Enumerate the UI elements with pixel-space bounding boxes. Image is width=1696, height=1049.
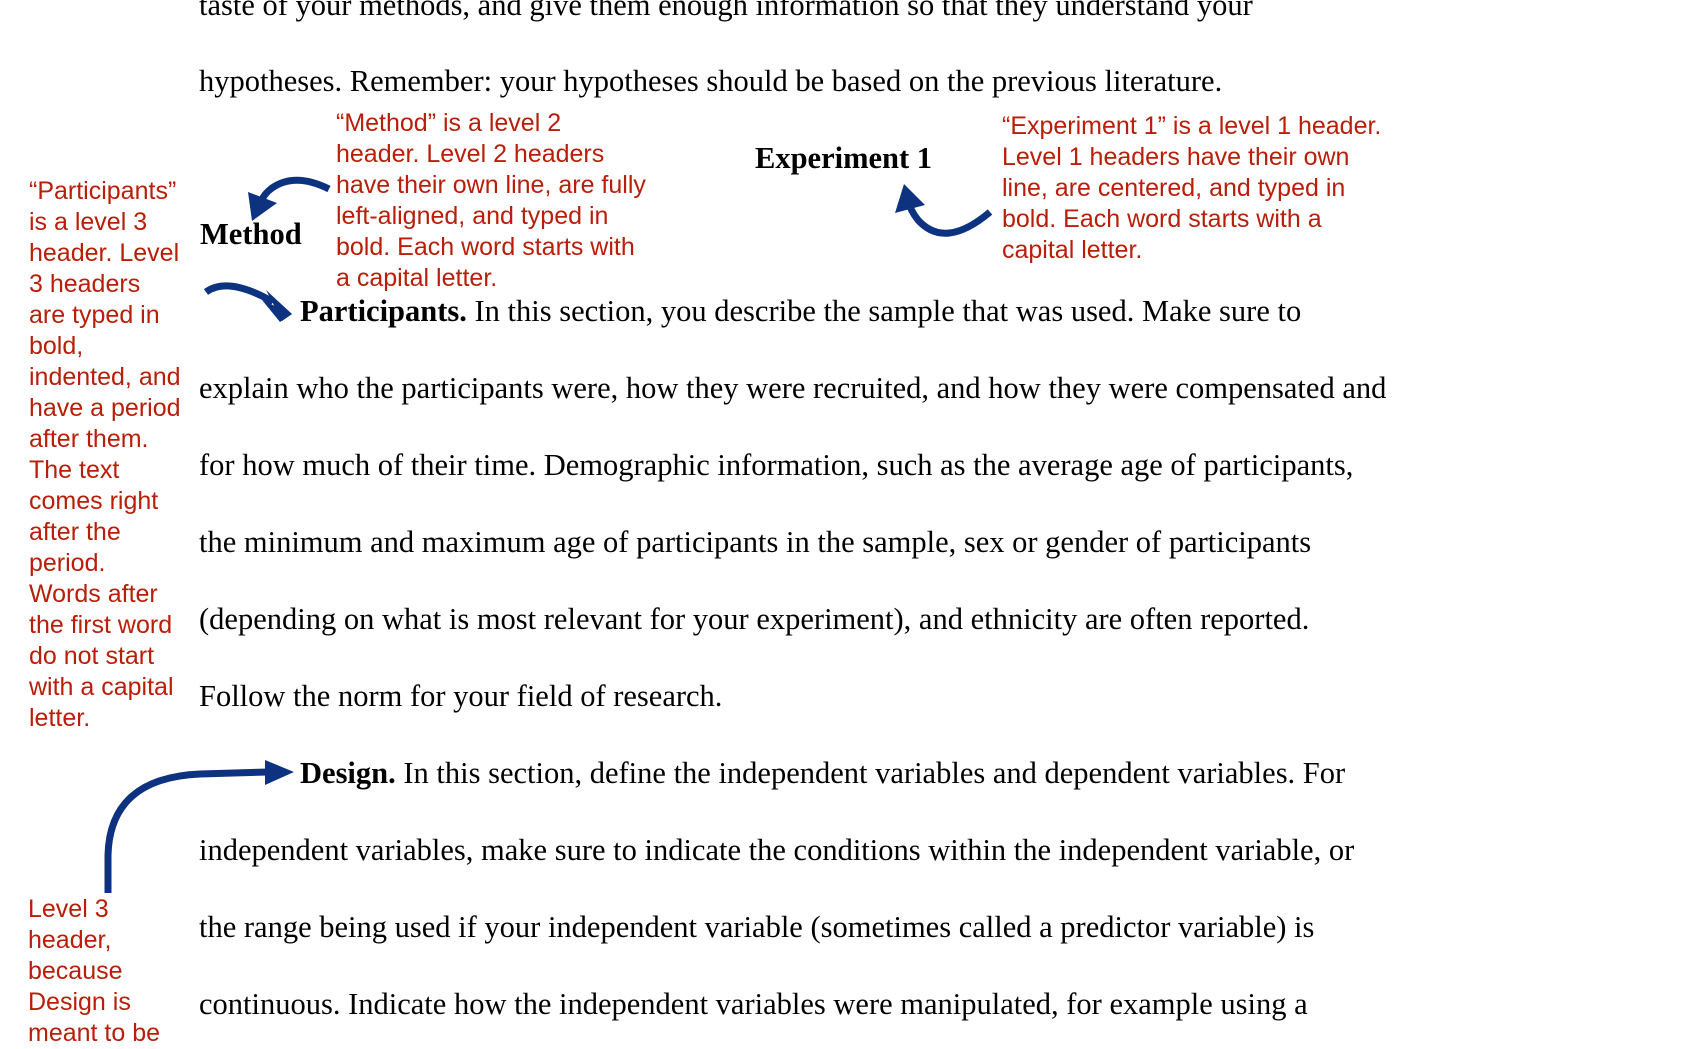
annotation-line: is a level 3 bbox=[29, 208, 148, 236]
participants-first-line: Participants. In this section, you descr… bbox=[300, 296, 1301, 327]
annotation-line: line, are centered, and typed in bbox=[1002, 174, 1346, 202]
annotation-line: the first word bbox=[29, 611, 173, 639]
body-line: explain who the participants were, how t… bbox=[199, 371, 1387, 405]
annotation-line: are typed in bbox=[29, 301, 160, 329]
annotation-line: meant to be bbox=[28, 1019, 161, 1047]
annotation-line: comes right bbox=[29, 487, 159, 515]
curved-arrow-to-method-icon bbox=[248, 176, 331, 221]
body-line: hypotheses. Remember: your hypotheses sh… bbox=[199, 64, 1223, 98]
annotation-line: Level 3 bbox=[28, 895, 109, 923]
level3-heading-participants: Participants. bbox=[300, 294, 467, 328]
body-line: taste of your methods, and give them eno… bbox=[199, 0, 1253, 22]
annotation-line: “Method” is a level 2 bbox=[336, 109, 562, 137]
annotation-line: Design is bbox=[28, 988, 131, 1016]
level1-heading: Experiment 1 bbox=[755, 141, 933, 175]
annotation-line: bold, bbox=[29, 332, 84, 360]
document-page: taste of your methods, and give them eno… bbox=[0, 0, 1696, 1047]
level2-annotation: “Method” is a level 2 header. Level 2 he… bbox=[336, 108, 646, 294]
body-line: the minimum and maximum age of participa… bbox=[199, 525, 1312, 559]
curved-arrow-to-experiment-1-icon bbox=[895, 184, 993, 237]
annotation-line: with a capital bbox=[29, 673, 174, 701]
curved-arrow-to-participants-icon bbox=[203, 282, 292, 322]
body-line: continuous. Indicate how the independent… bbox=[199, 987, 1308, 1021]
annotation-line: “Participants” bbox=[29, 177, 177, 205]
annotation-line: capital letter. bbox=[1002, 236, 1143, 264]
annotation-line: header. Level 2 headers bbox=[336, 140, 605, 168]
annotation-line: a capital letter. bbox=[336, 264, 498, 292]
annotation-line: “Experiment 1” is a level 1 header. bbox=[1002, 112, 1382, 140]
annotation-line: period. bbox=[29, 549, 106, 577]
body-line: independent variables, make sure to indi… bbox=[199, 833, 1355, 867]
annotation-line: bold. Each word starts with bbox=[336, 233, 635, 261]
design-annotation: Level 3 header, because Design is meant … bbox=[28, 894, 160, 1049]
level3-heading-design: Design. bbox=[300, 756, 396, 790]
annotation-line: have their own line, are fully bbox=[336, 171, 646, 199]
annotation-line: bold. Each word starts with a bbox=[1002, 205, 1322, 233]
design-first-line: Design. In this section, define the inde… bbox=[300, 758, 1345, 789]
annotation-line: letter. bbox=[29, 704, 91, 732]
annotation-line: The text bbox=[29, 456, 120, 484]
annotation-line: have a period bbox=[29, 394, 181, 422]
level2-heading: Method bbox=[200, 217, 302, 251]
body-line: Follow the norm for your field of resear… bbox=[199, 679, 723, 713]
body-text: In this section, you describe the sample… bbox=[466, 294, 1302, 328]
annotation-line: after the bbox=[29, 518, 121, 546]
annotation-line: after them. bbox=[29, 425, 149, 453]
level1-annotation: “Experiment 1” is a level 1 header. Leve… bbox=[1002, 111, 1381, 266]
level3-annotation: “Participants” is a level 3 header. Leve… bbox=[29, 176, 181, 734]
annotation-line: header. Level bbox=[29, 239, 180, 267]
body-line: for how much of their time. Demographic … bbox=[199, 448, 1354, 482]
annotation-line: header, bbox=[28, 926, 112, 954]
annotation-line: left-aligned, and typed in bbox=[336, 202, 609, 230]
annotation-line: do not start bbox=[29, 642, 155, 670]
annotation-line: Level 1 headers have their own bbox=[1002, 143, 1350, 171]
annotation-line: 3 headers bbox=[29, 270, 141, 298]
body-text: In this section, define the independent … bbox=[395, 756, 1346, 790]
body-line: (depending on what is most relevant for … bbox=[199, 602, 1310, 636]
body-line: the range being used if your independent… bbox=[199, 910, 1315, 944]
curved-arrow-to-design-icon bbox=[104, 760, 294, 893]
annotation-line: because bbox=[28, 957, 123, 985]
annotation-line: indented, and bbox=[29, 363, 181, 391]
annotation-line: Words after bbox=[29, 580, 158, 608]
